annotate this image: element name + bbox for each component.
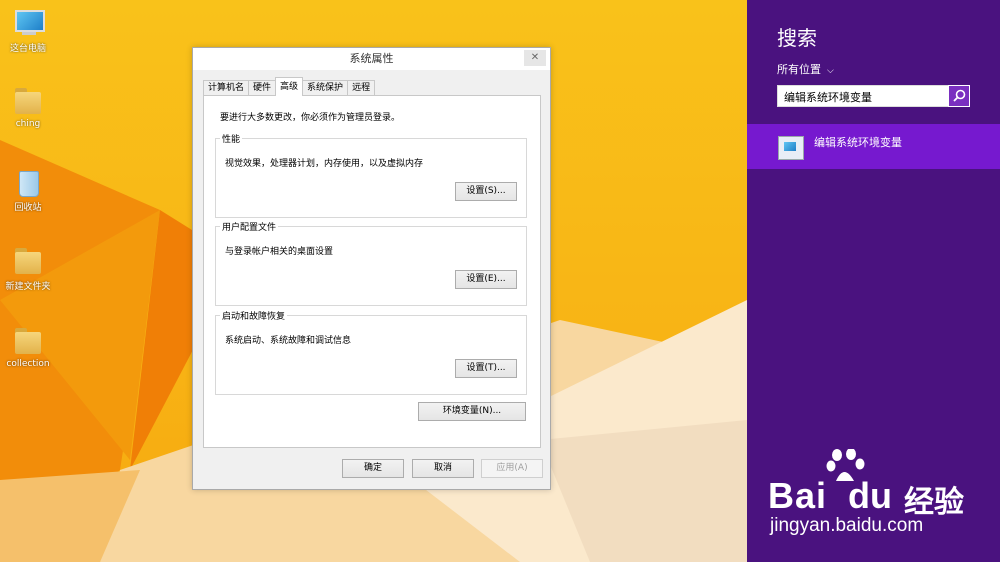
folder-icon bbox=[13, 246, 43, 276]
system-properties-icon bbox=[778, 136, 804, 160]
performance-group: 性能 视觉效果，处理器计划，内存使用，以及虚拟内存 设置(S)... bbox=[215, 132, 527, 218]
computer-icon bbox=[13, 8, 45, 38]
system-properties-dialog: 系统属性 ✕ 计算机名 硬件 高级 系统保护 远程 要进行大多数更改，你必须作为… bbox=[192, 47, 551, 490]
search-result-label: 编辑系统环境变量 bbox=[814, 136, 902, 149]
desktop-icon-label: ching bbox=[15, 119, 41, 129]
performance-settings-button[interactable]: 设置(S)... bbox=[455, 182, 517, 201]
group-description: 视觉效果，处理器计划，内存使用，以及虚拟内存 bbox=[225, 159, 424, 169]
desktop-icon-recycle-bin[interactable]: 回收站 bbox=[0, 167, 56, 213]
user-profiles-settings-button[interactable]: 设置(E)... bbox=[455, 270, 517, 289]
admin-note: 要进行大多数更改，你必须作为管理员登录。 bbox=[220, 113, 401, 123]
user-folder-icon bbox=[13, 86, 43, 116]
tab-computer-name[interactable]: 计算机名 bbox=[203, 80, 250, 96]
chevron-down-icon: ⌵ bbox=[827, 66, 834, 76]
tab-hardware[interactable]: 硬件 bbox=[248, 80, 277, 96]
search-button[interactable] bbox=[948, 85, 970, 107]
search-icon bbox=[953, 89, 966, 102]
search-input[interactable] bbox=[778, 87, 949, 107]
tab-remote[interactable]: 远程 bbox=[347, 80, 376, 96]
group-description: 系统启动、系统故障和调试信息 bbox=[225, 336, 352, 346]
tab-strip: 计算机名 硬件 高级 系统保护 远程 bbox=[203, 77, 376, 96]
watermark-url: jingyan.baidu.com bbox=[770, 515, 924, 536]
tab-system-protection[interactable]: 系统保护 bbox=[302, 80, 349, 96]
folder-icon bbox=[13, 326, 43, 356]
close-button[interactable]: ✕ bbox=[524, 50, 546, 66]
search-result-item[interactable]: 编辑系统环境变量 bbox=[747, 124, 1000, 169]
search-box bbox=[777, 85, 970, 107]
search-scope-label: 所有位置 bbox=[777, 63, 821, 76]
search-scope-dropdown[interactable]: 所有位置 ⌵ bbox=[777, 61, 834, 77]
baidu-jingyan-watermark: Bai du 经验 jingyan.baidu.com bbox=[768, 449, 998, 549]
desktop-icon-this-pc[interactable]: 这台电脑 bbox=[0, 8, 56, 54]
desktop-icon-ching[interactable]: ching bbox=[0, 86, 56, 129]
desktop-icon-label: 这台电脑 bbox=[9, 44, 46, 54]
desktop-icon-new-folder[interactable]: 新建文件夹 bbox=[0, 246, 56, 292]
desktop-icon-label: 回收站 bbox=[14, 203, 42, 213]
desktop-icon-label: collection bbox=[6, 359, 50, 369]
group-description: 与登录帐户相关的桌面设置 bbox=[225, 247, 334, 257]
close-icon: ✕ bbox=[530, 52, 540, 63]
environment-variables-button[interactable]: 环境变量(N)... bbox=[418, 402, 526, 421]
advanced-tab-panel: 要进行大多数更改，你必须作为管理员登录。 性能 视觉效果，处理器计划，内存使用，… bbox=[203, 95, 541, 448]
group-legend: 性能 bbox=[220, 132, 243, 145]
apply-button[interactable]: 应用(A) bbox=[481, 459, 543, 478]
ok-button[interactable]: 确定 bbox=[342, 459, 404, 478]
tab-advanced[interactable]: 高级 bbox=[275, 77, 304, 96]
search-pane-title: 搜索 bbox=[777, 26, 817, 50]
recycle-bin-icon bbox=[13, 167, 43, 197]
search-charm-pane: 搜索 所有位置 ⌵ 编辑系统环境变量 Bai du 经验 jingyan.baid… bbox=[747, 0, 1000, 562]
dialog-titlebar[interactable]: 系统属性 ✕ bbox=[193, 48, 550, 70]
group-legend: 启动和故障恢复 bbox=[220, 309, 288, 322]
watermark-du: du bbox=[848, 475, 892, 516]
group-legend: 用户配置文件 bbox=[220, 220, 279, 233]
dialog-title: 系统属性 bbox=[349, 52, 394, 65]
startup-recovery-settings-button[interactable]: 设置(T)... bbox=[455, 359, 517, 378]
cancel-button[interactable]: 取消 bbox=[412, 459, 474, 478]
desktop-icon-collection[interactable]: collection bbox=[0, 326, 56, 369]
startup-recovery-group: 启动和故障恢复 系统启动、系统故障和调试信息 设置(T)... bbox=[215, 309, 527, 395]
desktop-icon-label: 新建文件夹 bbox=[5, 282, 51, 292]
watermark-bai: Bai bbox=[768, 475, 828, 516]
user-profiles-group: 用户配置文件 与登录帐户相关的桌面设置 设置(E)... bbox=[215, 220, 527, 306]
